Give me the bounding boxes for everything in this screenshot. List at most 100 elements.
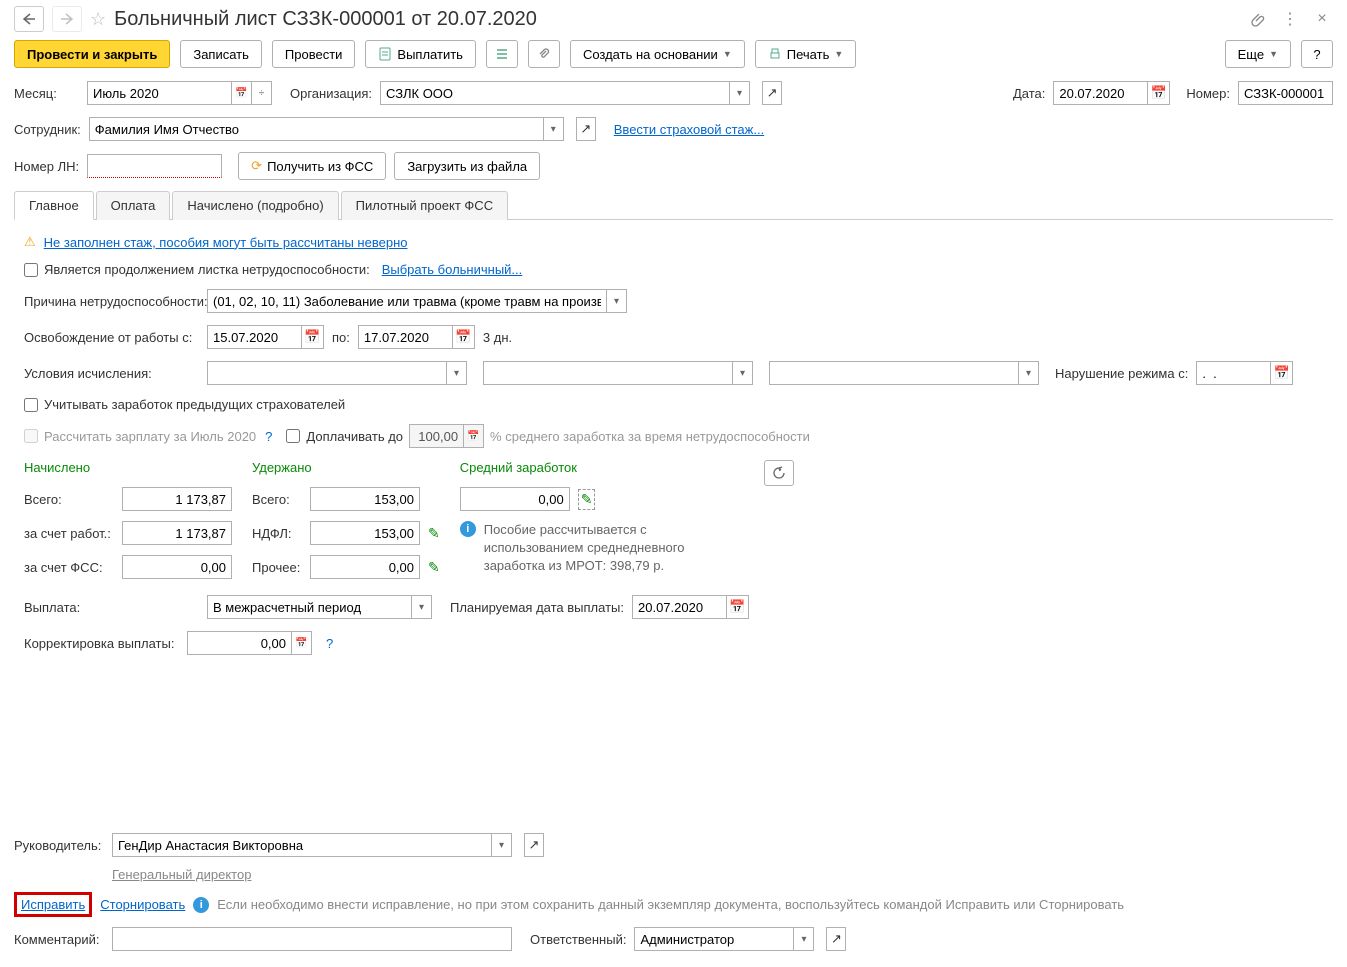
refresh-button[interactable]: [764, 460, 794, 486]
manager-input[interactable]: [112, 833, 492, 857]
comment-input[interactable]: [112, 927, 512, 951]
calendar-icon[interactable]: 📅: [232, 81, 252, 105]
create-based-button[interactable]: Создать на основании ▼: [570, 40, 745, 68]
tab-pilot[interactable]: Пилотный проект ФСС: [341, 191, 508, 220]
accrued-fss-input[interactable]: [122, 555, 232, 579]
responsible-input[interactable]: [634, 927, 794, 951]
chevron-down-icon[interactable]: ▾: [794, 927, 814, 951]
chevron-down-icon[interactable]: ▾: [492, 833, 512, 857]
warning-link[interactable]: Не заполнен стаж, пособия могут быть рас…: [44, 235, 408, 250]
manager-position-link[interactable]: Генеральный директор: [112, 867, 251, 882]
manager-combo[interactable]: ▾: [112, 833, 512, 857]
correction-combo[interactable]: 📅: [187, 631, 312, 655]
save-button[interactable]: Записать: [180, 40, 262, 68]
edit-pencil-icon[interactable]: ✎: [578, 489, 596, 510]
condition1-combo[interactable]: ▾: [207, 361, 467, 385]
date-combo[interactable]: 📅: [1053, 81, 1170, 105]
violation-input[interactable]: [1196, 361, 1271, 385]
employee-input[interactable]: [89, 117, 544, 141]
favorite-star-icon[interactable]: ☆: [90, 9, 106, 30]
org-open-button[interactable]: ↗: [762, 81, 782, 105]
reason-input[interactable]: [207, 289, 607, 313]
print-button[interactable]: Печать ▼: [755, 40, 857, 68]
get-fss-button[interactable]: ⟳ Получить из ФСС: [238, 152, 386, 180]
condition1-input[interactable]: [207, 361, 447, 385]
continuation-checkbox[interactable]: [24, 263, 38, 277]
more-menu-icon[interactable]: ⋮: [1279, 8, 1301, 30]
help-icon[interactable]: ?: [265, 429, 272, 444]
org-combo[interactable]: ▾: [380, 81, 750, 105]
employee-open-button[interactable]: ↗: [576, 117, 596, 141]
condition2-combo[interactable]: ▾: [483, 361, 753, 385]
edit-pencil-icon[interactable]: ✎: [428, 525, 440, 542]
list-button[interactable]: [486, 40, 518, 68]
insurance-link[interactable]: Ввести страховой стаж...: [614, 122, 764, 137]
pay-button[interactable]: Выплатить: [365, 40, 476, 68]
chevron-down-icon[interactable]: ▾: [733, 361, 753, 385]
planned-date-combo[interactable]: 📅: [632, 595, 749, 619]
chevron-down-icon[interactable]: ▾: [730, 81, 750, 105]
chevron-down-icon[interactable]: ▾: [1019, 361, 1039, 385]
nav-back-button[interactable]: [14, 6, 44, 32]
condition3-input[interactable]: [769, 361, 1019, 385]
responsible-open-button[interactable]: ↗: [826, 927, 846, 951]
chevron-down-icon[interactable]: ▾: [607, 289, 627, 313]
release-from-combo[interactable]: 📅: [207, 325, 324, 349]
tab-accrued[interactable]: Начислено (подробно): [172, 191, 338, 220]
release-from-input[interactable]: [207, 325, 302, 349]
held-total-input[interactable]: [310, 487, 420, 511]
month-input[interactable]: [87, 81, 232, 105]
planned-date-input[interactable]: [632, 595, 727, 619]
topup-checkbox[interactable]: [286, 429, 300, 443]
calendar-icon[interactable]: 📅: [1148, 81, 1170, 105]
release-to-input[interactable]: [358, 325, 453, 349]
load-file-button[interactable]: Загрузить из файла: [394, 152, 540, 180]
condition2-input[interactable]: [483, 361, 733, 385]
ln-input[interactable]: [87, 154, 222, 178]
tab-payment[interactable]: Оплата: [96, 191, 171, 220]
correction-input[interactable]: [187, 631, 292, 655]
chevron-down-icon[interactable]: ▾: [447, 361, 467, 385]
held-other-input[interactable]: [310, 555, 420, 579]
tab-main[interactable]: Главное: [14, 191, 94, 220]
storno-link[interactable]: Сторнировать: [100, 897, 185, 912]
link-icon[interactable]: [1247, 8, 1269, 30]
post-button[interactable]: Провести: [272, 40, 356, 68]
select-sick-link[interactable]: Выбрать больничный...: [382, 262, 523, 277]
number-input[interactable]: [1238, 81, 1333, 105]
chevron-down-icon[interactable]: ▾: [412, 595, 432, 619]
accrued-employer-input[interactable]: [122, 521, 232, 545]
calendar-icon[interactable]: 📅: [727, 595, 749, 619]
reason-combo[interactable]: ▾: [207, 289, 627, 313]
calendar-icon[interactable]: 📅: [1271, 361, 1293, 385]
fix-link[interactable]: Исправить: [21, 897, 85, 912]
violation-combo[interactable]: 📅: [1196, 361, 1293, 385]
attachment-button[interactable]: [528, 40, 560, 68]
help-button[interactable]: ?: [1301, 40, 1333, 68]
stepper-icon[interactable]: ÷: [252, 81, 272, 105]
manager-open-button[interactable]: ↗: [524, 833, 544, 857]
more-button[interactable]: Еще ▼: [1225, 40, 1291, 68]
date-input[interactable]: [1053, 81, 1148, 105]
close-icon[interactable]: ×: [1311, 8, 1333, 30]
nav-forward-button[interactable]: [52, 6, 82, 32]
payment-input[interactable]: [207, 595, 412, 619]
employee-combo[interactable]: ▾: [89, 117, 564, 141]
prev-employers-checkbox[interactable]: [24, 398, 38, 412]
payment-combo[interactable]: ▾: [207, 595, 432, 619]
chevron-down-icon[interactable]: ▾: [544, 117, 564, 141]
release-to-combo[interactable]: 📅: [358, 325, 475, 349]
month-combo[interactable]: 📅 ÷: [87, 81, 272, 105]
condition3-combo[interactable]: ▾: [769, 361, 1039, 385]
held-ndfl-input[interactable]: [310, 521, 420, 545]
calendar-icon[interactable]: 📅: [453, 325, 475, 349]
help-icon[interactable]: ?: [326, 636, 333, 651]
calendar-icon[interactable]: 📅: [302, 325, 324, 349]
calendar-icon[interactable]: 📅: [292, 631, 312, 655]
responsible-combo[interactable]: ▾: [634, 927, 814, 951]
accrued-total-input[interactable]: [122, 487, 232, 511]
edit-pencil-icon[interactable]: ✎: [428, 559, 440, 576]
avg-input[interactable]: [460, 487, 570, 511]
post-and-close-button[interactable]: Провести и закрыть: [14, 40, 170, 68]
org-input[interactable]: [380, 81, 730, 105]
